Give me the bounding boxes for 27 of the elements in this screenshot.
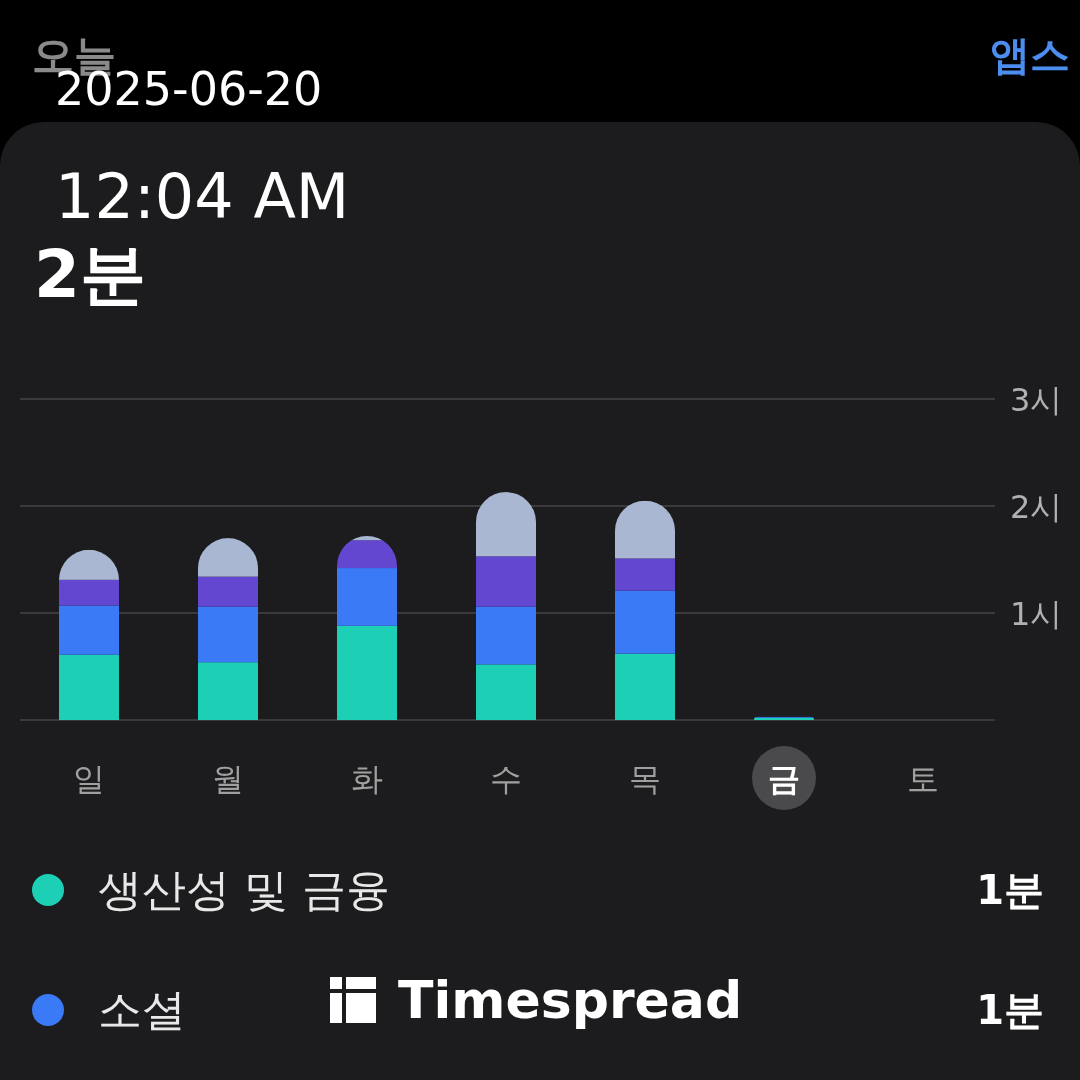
bar-segment [476, 492, 536, 557]
day-label[interactable]: 화 [351, 760, 383, 798]
bar-segment [198, 538, 258, 577]
brand-logo-icon [330, 977, 376, 1023]
bar-segment [476, 664, 536, 720]
day-label[interactable]: 금 [768, 760, 800, 798]
axis-label: 2시 [1010, 488, 1063, 526]
legend-value: 1분 [976, 985, 1044, 1035]
bar-segment [615, 653, 675, 720]
bar-segment [59, 654, 119, 720]
brand-name: Timespread [398, 970, 743, 1030]
bar-segment [198, 662, 258, 720]
legend-label: 소셜 [98, 982, 186, 1037]
apps-link[interactable]: 앱스 [990, 28, 1070, 83]
time-label: 12:04 AM [55, 160, 350, 233]
bar-segment [476, 606, 536, 665]
total-time: 2분 [34, 240, 146, 310]
legend-label: 생산성 및 금융 [98, 862, 390, 917]
legend-value: 1분 [976, 865, 1044, 915]
day-label[interactable]: 수 [490, 760, 522, 798]
bar-segment [476, 556, 536, 607]
day-label[interactable]: 월 [212, 760, 244, 798]
axis-label: 3시 [1010, 381, 1063, 419]
axis-label: 1시 [1010, 595, 1063, 633]
day-label[interactable]: 일 [73, 760, 105, 798]
day-label[interactable]: 토 [907, 760, 939, 798]
day-label[interactable]: 목 [629, 760, 661, 798]
